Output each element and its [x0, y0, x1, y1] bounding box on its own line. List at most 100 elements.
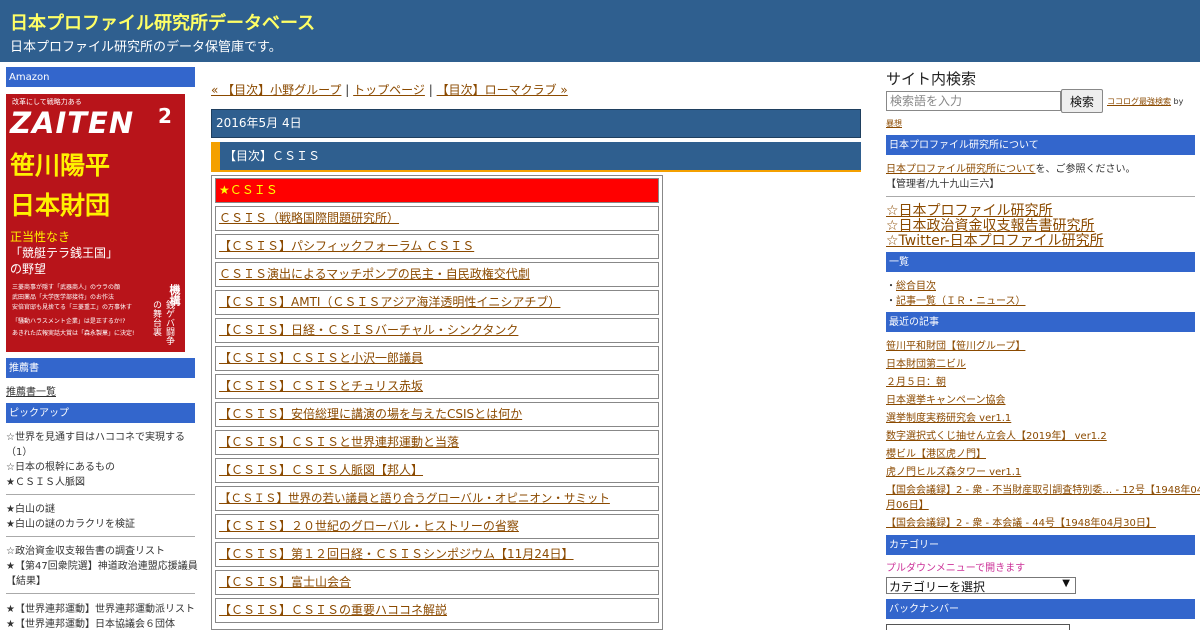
chevron-down-icon: ▼	[1062, 578, 1070, 589]
search-credit-author[interactable]: 暴想	[886, 118, 902, 129]
date-header: 2016年5月 4日	[211, 109, 861, 138]
recent-post-link[interactable]: 虎ノ門ヒルズ森タワー ver1.1	[886, 465, 1021, 480]
admin-text: 【管理者/九十九山三六】	[886, 179, 1000, 190]
recent-post-link[interactable]: 【国会会議録】2 - 衆 - 本会議 - 44号【1948年04月30日】	[886, 516, 1156, 531]
toc-item[interactable]: 【ＣＳＩＳ】安倍総理に講演の場を与えたCSISとは何か	[215, 402, 659, 427]
backnumber-calendar[interactable]	[886, 624, 1070, 630]
toc-item[interactable]: ＣＳＩＳ（戦略国際問題研究所）	[215, 206, 659, 231]
recent-heading: 最近の記事	[886, 310, 1195, 332]
article-list-link[interactable]: 記事一覧（ＩＲ・ニュース）	[896, 296, 1026, 307]
category-note: プルダウンメニューで開きます	[886, 563, 1026, 574]
site-title[interactable]: 日本プロファイル研究所データベース	[10, 9, 315, 35]
pickup-link[interactable]: ☆世界を見通す目はハココネで実現する	[6, 430, 185, 445]
toc-item[interactable]: 【ＣＳＩＳ】ＣＳＩＳの重要ハココネ解説	[215, 598, 659, 623]
profile-institute-link[interactable]: ☆日本プロファイル研究所	[886, 204, 1053, 219]
recent-post-link[interactable]: 日本財団第二ビル	[886, 357, 966, 372]
title-underline	[211, 170, 861, 172]
search-input[interactable]	[886, 91, 1061, 111]
search-credit-link[interactable]: ココログ最強検索	[1107, 97, 1171, 106]
amazon-heading: Amazon	[6, 65, 195, 87]
top-page-link[interactable]: トップページ	[353, 83, 425, 97]
toc-item[interactable]: 【ＣＳＩＳ】ＣＳＩＳと世界連邦運動と当落	[215, 430, 659, 455]
ad-headline-2: 日本財団	[10, 191, 111, 220]
entry-title: 【目次】ＣＳＩＳ	[211, 142, 861, 170]
category-heading: カテゴリー	[886, 533, 1195, 555]
pickup-link[interactable]: （1）	[6, 445, 32, 460]
recent-post-link[interactable]: ２月５日：朝	[886, 375, 946, 390]
ad-sub-3: の野望	[10, 262, 47, 276]
backnumber-heading: バックナンバー	[886, 597, 1195, 619]
toc-item[interactable]: 【ＣＳＩＳ】ＣＳＩＳとチュリス赤坂	[215, 374, 659, 399]
search-heading: サイト内検索	[886, 70, 977, 88]
ad-line: 三菱商事が隠す「武器商人」のウラの顔	[12, 284, 121, 291]
recommend-list-link[interactable]: 推薦書一覧	[6, 385, 56, 400]
list-item: ・記事一覧（ＩＲ・ニュース）	[886, 296, 1026, 307]
site-header: 日本プロファイル研究所データベース 日本プロファイル研究所のデータ保管庫です。	[0, 0, 1200, 62]
post-navigation: « 【目次】小野グループ | トップページ | 【目次】ローマクラブ »	[211, 81, 568, 98]
category-select[interactable]: カテゴリーを選択 ▼	[886, 577, 1076, 594]
recent-post-link[interactable]: 笹川平和財団【笹川グループ】	[886, 339, 1025, 354]
political-funds-link[interactable]: ☆日本政治資金収支報告書研究所	[886, 219, 1095, 234]
ad-line: あきれた広報実話大賞は「森永製菓」に決定!	[12, 330, 135, 337]
pickup-link[interactable]: ★【世界連邦運動】日本協議会６団体	[6, 617, 175, 630]
toc-item[interactable]: 【ＣＳＩＳ】ＣＳＩＳ人脈図【邦人】	[215, 458, 659, 483]
toc-item[interactable]: 【ＣＳＩＳ】ＣＳＩＳと小沢一郎議員	[215, 346, 659, 371]
pickup-link[interactable]: ☆政治資金収支報告書の調査リスト	[6, 544, 165, 559]
pickup-link[interactable]: ★白山の謎	[6, 502, 55, 517]
general-index-link[interactable]: 総合目次	[896, 281, 936, 292]
next-post-link[interactable]: 【目次】ローマクラブ »	[437, 83, 568, 97]
recommend-heading: 推薦書	[6, 356, 195, 378]
divider	[6, 536, 195, 537]
magazine-ad-image[interactable]: 改革にして戦略力ある ZAITEN 2 笹川陽平 日本財団 正当性なき 「競艇テ…	[6, 94, 185, 352]
pickup-link[interactable]: ★【第47回衆院選】神道政治連盟応援議員	[6, 559, 198, 574]
ad-side-2: 銭ゲバ闘争の舞台裏	[151, 300, 174, 345]
ad-sub-1: 正当性なき	[10, 230, 71, 244]
category-select-value: カテゴリーを選択	[889, 580, 986, 594]
ad-line: 「騒動ハラスメント企業」は是正するか!?	[12, 318, 126, 325]
divider	[6, 494, 195, 495]
toc-item[interactable]: 【ＣＳＩＳ】パシフィックフォーラム ＣＳＩＳ	[215, 234, 659, 259]
pickup-heading: ピックアップ	[6, 401, 195, 423]
toc-item[interactable]: 【ＣＳＩＳ】第１２回日経・ＣＳＩＳシンポジウム【11月24日】	[215, 542, 659, 567]
about-text: 日本プロファイル研究所についてを、ご参照ください。	[886, 162, 1136, 177]
ad-issue: 2	[158, 104, 172, 128]
ad-line: 安倍官邸も見捨てる「三菱重工」の万事休す	[12, 304, 133, 311]
list-item: ・総合目次	[886, 281, 936, 292]
search-credit-by: by	[1173, 97, 1184, 106]
pickup-link[interactable]: 【結果】	[6, 574, 46, 589]
search-credit: ココログ最強検索 by	[1107, 96, 1183, 107]
toc-item[interactable]: 【ＣＳＩＳ】世界の若い議員と語り合うグローバル・オピニオン・サミット	[215, 486, 659, 511]
divider	[6, 593, 195, 594]
about-suffix: を、ご参照ください。	[1035, 164, 1136, 175]
recent-post-link[interactable]: 【国会会議録】2 - 衆 - 不当財産取引調査特別委… - 12号【1948年0…	[886, 483, 1200, 498]
toc-item-highlight[interactable]: ★ＣＳＩＳ	[215, 178, 659, 203]
toc-item[interactable]: ＣＳＩＳ演出によるマッチポンプの民主・自民政権交代劇	[215, 262, 659, 287]
twitter-link[interactable]: ☆Twitter-日本プロファイル研究所	[886, 234, 1104, 249]
pickup-link[interactable]: ★白山の謎のカラクリを検証	[6, 517, 135, 532]
recent-post-link[interactable]: 日本選挙キャンペーン協会	[886, 393, 1006, 408]
recent-post-link[interactable]: 選挙制度実務研究会 ver1.1	[886, 411, 1011, 426]
nav-separator: |	[345, 83, 350, 97]
recent-post-link[interactable]: 月06日】	[886, 498, 929, 513]
search-button[interactable]: 検索	[1061, 89, 1103, 113]
pickup-link[interactable]: ★【世界連邦運動】世界連邦運動派リスト	[6, 602, 195, 617]
pickup-link[interactable]: ★ＣＳＩＳ人脈図	[6, 475, 85, 490]
divider	[886, 196, 1195, 197]
toc-list: ★ＣＳＩＳ ＣＳＩＳ（戦略国際問題研究所） 【ＣＳＩＳ】パシフィックフォーラム …	[211, 175, 663, 630]
recent-post-link[interactable]: 櫻ビル【港区虎ノ門】	[886, 447, 986, 462]
pickup-link[interactable]: ☆日本の根幹にあるもの	[6, 460, 115, 475]
toc-item[interactable]: 【ＣＳＩＳ】AMTI（ＣＳＩＳアジア海洋透明性イニシアチブ）	[215, 290, 659, 315]
ad-sub-2: 「競艇テラ銭王国」	[10, 246, 119, 260]
nav-separator: |	[428, 83, 433, 97]
about-link[interactable]: 日本プロファイル研究所について	[886, 164, 1036, 175]
toc-item[interactable]: 【ＣＳＩＳ】富士山会合	[215, 570, 659, 595]
site-description: 日本プロファイル研究所のデータ保管庫です。	[10, 40, 282, 55]
toc-item[interactable]: 【ＣＳＩＳ】日経・ＣＳＩＳバーチャル・シンクタンク	[215, 318, 659, 343]
prev-post-link[interactable]: « 【目次】小野グループ	[211, 83, 341, 97]
toc-item[interactable]: 【ＣＳＩＳ】２０世紀のグローバル・ヒストリーの省察	[215, 514, 659, 539]
ad-line: 武田薬品「大学医学部接待」のお作法	[12, 294, 115, 301]
list-heading: 一覧	[886, 250, 1195, 272]
ad-logo: ZAITEN	[10, 106, 135, 140]
recent-post-link[interactable]: 数字選択式くじ抽せん立会人【2019年】 ver1.2	[886, 429, 1107, 444]
ad-headline-1: 笹川陽平	[10, 151, 111, 180]
